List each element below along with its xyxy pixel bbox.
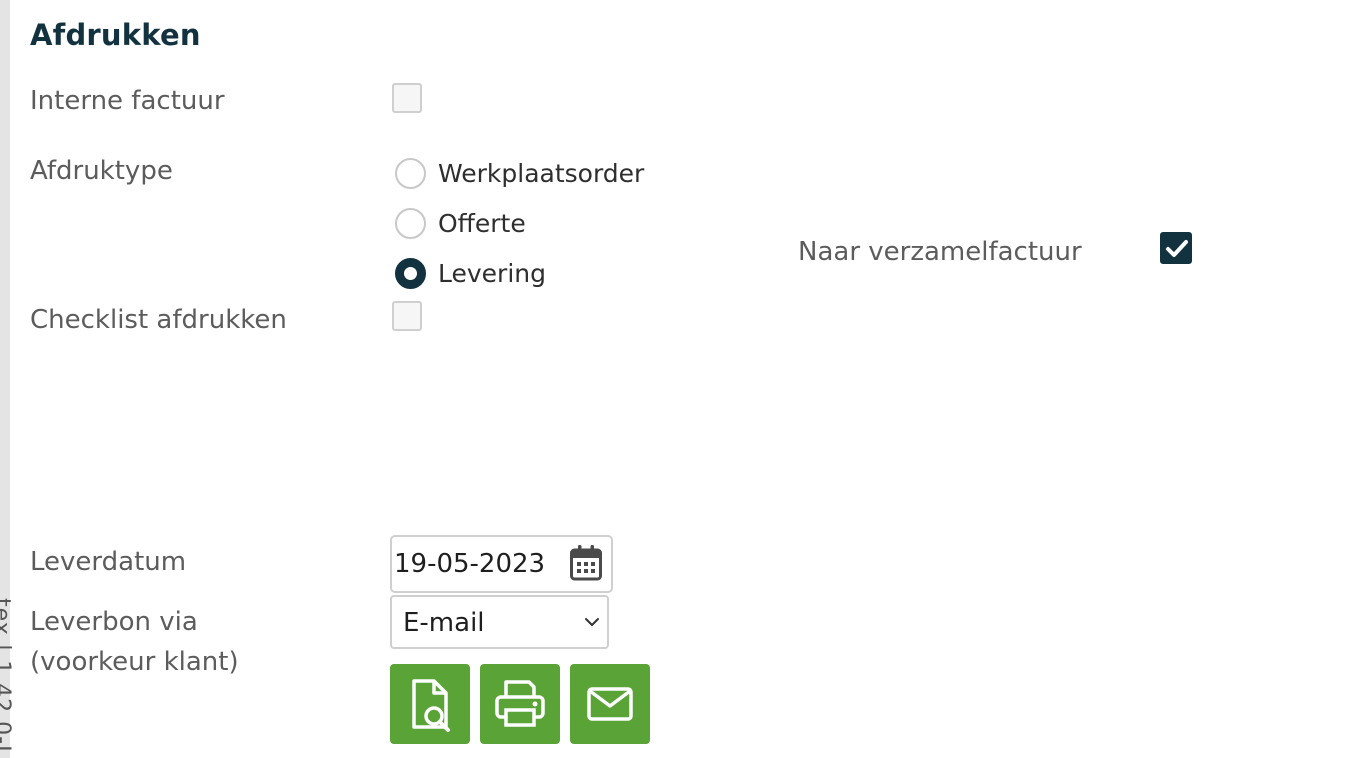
version-text-container: tex | 1.42.0-L bbox=[0, 598, 16, 758]
printer-icon bbox=[495, 680, 545, 727]
checklist-afdrukken-checkbox[interactable] bbox=[392, 301, 422, 331]
naar-verzamelfactuur-checkbox[interactable] bbox=[1160, 232, 1192, 264]
leverbon-via-selected-value: E-mail bbox=[403, 608, 485, 638]
leverbon-via-sublabel: (voorkeur klant) bbox=[30, 647, 239, 677]
section-title: Afdrukken bbox=[30, 18, 201, 52]
leverbon-via-select[interactable]: E-mail bbox=[390, 595, 609, 649]
print-settings-page: tex | 1.42.0-L Afdrukken Interne factuur… bbox=[0, 0, 1354, 758]
interne-factuur-checkbox[interactable] bbox=[392, 83, 422, 113]
preview-button[interactable] bbox=[390, 664, 470, 744]
calendar-icon[interactable] bbox=[570, 545, 602, 581]
radio-option-levering[interactable]: Levering bbox=[395, 253, 546, 293]
chevron-down-icon bbox=[585, 618, 599, 626]
naar-verzamelfactuur-label: Naar verzamelfactuur bbox=[798, 237, 1082, 267]
envelope-icon bbox=[587, 687, 633, 721]
afdruktype-label: Afdruktype bbox=[30, 156, 173, 186]
radio-werkplaatsorder-label: Werkplaatsorder bbox=[438, 158, 645, 188]
email-button[interactable] bbox=[570, 664, 650, 744]
leverdatum-value: 19-05-2023 bbox=[394, 549, 546, 579]
leverbon-via-label: Leverbon via bbox=[30, 607, 198, 637]
print-button[interactable] bbox=[480, 664, 560, 744]
version-text: tex | 1.42.0-L bbox=[0, 598, 14, 758]
document-search-icon bbox=[412, 679, 450, 732]
radio-werkplaatsorder[interactable] bbox=[395, 157, 426, 189]
leverdatum-label: Leverdatum bbox=[30, 547, 187, 577]
radio-offerte[interactable] bbox=[395, 207, 426, 239]
leverdatum-input[interactable]: 19-05-2023 bbox=[390, 535, 613, 593]
radio-option-offerte[interactable]: Offerte bbox=[395, 203, 526, 243]
radio-option-werkplaatsorder[interactable]: Werkplaatsorder bbox=[395, 153, 644, 193]
checklist-afdrukken-label: Checklist afdrukken bbox=[30, 305, 287, 335]
interne-factuur-label: Interne factuur bbox=[30, 86, 225, 116]
radio-levering-label: Levering bbox=[438, 258, 546, 288]
radio-offerte-label: Offerte bbox=[438, 208, 526, 238]
checkmark-icon bbox=[1166, 240, 1188, 257]
radio-levering[interactable] bbox=[395, 257, 426, 289]
